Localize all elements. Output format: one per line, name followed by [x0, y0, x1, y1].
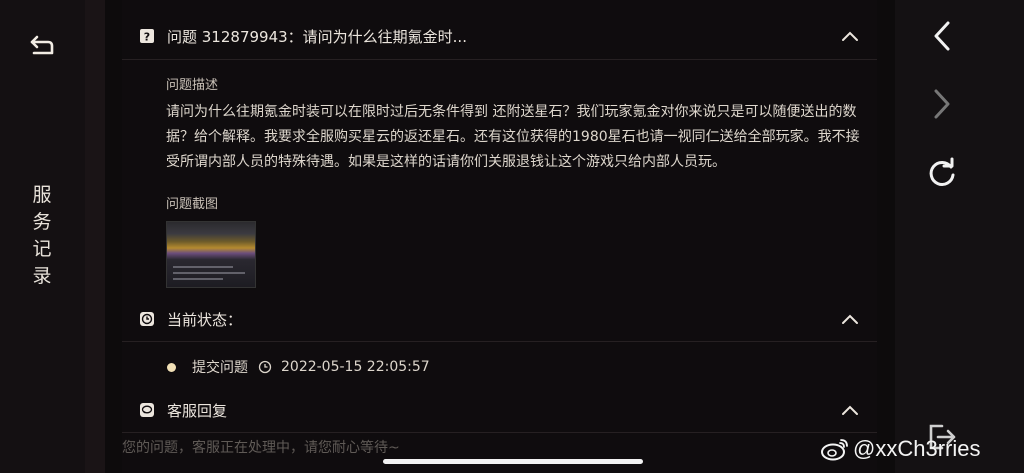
- status-step-label: 提交问题: [192, 360, 248, 376]
- back-arrow-icon: [30, 35, 54, 55]
- chevron-up-icon[interactable]: [840, 313, 860, 325]
- divider: [122, 432, 877, 433]
- divider: [122, 59, 877, 60]
- question-screenshot-thumbnail[interactable]: [166, 221, 256, 288]
- status-timestamp: 2022-05-15 22:05:57: [281, 359, 430, 375]
- divider: [122, 341, 877, 342]
- question-description: 请问为什么往期氪金时装可以在限时过后无条件得到 还附送星石？我们玩家氪金对你来说…: [166, 104, 860, 170]
- weibo-logo-icon: [821, 439, 848, 461]
- clock-icon: [140, 312, 154, 326]
- right-rail: [895, 0, 1024, 473]
- question-icon: ?: [140, 29, 154, 44]
- status-dot: [167, 362, 176, 372]
- reply-title: 客服回复: [167, 401, 228, 420]
- chat-bubble-icon: [140, 403, 154, 417]
- refresh-icon: [929, 157, 955, 186]
- question-header[interactable]: ? 问题 312879943：请问为什么往期氪金时...: [122, 14, 877, 58]
- chevron-right-icon: [934, 89, 950, 119]
- home-indicator[interactable]: [383, 459, 643, 464]
- watermark-text: @xxCh3rries: [853, 436, 981, 461]
- description-label: 问题描述: [166, 78, 219, 93]
- chevron-left-icon: [934, 21, 950, 51]
- screenshot-label: 问题截图: [166, 197, 219, 212]
- status-step: 提交问题 2022-05-15 22:05:57: [166, 358, 430, 376]
- back-button[interactable]: [28, 33, 56, 59]
- refresh-button[interactable]: [925, 156, 959, 190]
- next-button[interactable]: [925, 87, 959, 121]
- status-title: 当前状态：: [167, 310, 243, 329]
- svg-text:?: ?: [144, 31, 150, 44]
- sidebar-divider: [85, 0, 105, 473]
- prev-button[interactable]: [925, 19, 959, 53]
- question-title: 问题 312879943：请问为什么往期氪金时...: [167, 27, 467, 46]
- status-header[interactable]: 当前状态：: [122, 297, 877, 341]
- reply-header[interactable]: 客服回复: [122, 388, 877, 432]
- sidebar-tab-service-records[interactable]: 服务记录: [30, 182, 54, 290]
- chevron-up-icon[interactable]: [840, 404, 860, 416]
- clock-icon: [258, 360, 272, 374]
- chevron-up-icon[interactable]: [840, 30, 860, 42]
- reply-pending-text: 您的问题，客服正在处理中，请您耐心等待~: [122, 440, 400, 456]
- watermark: @xxCh3rries: [820, 436, 980, 462]
